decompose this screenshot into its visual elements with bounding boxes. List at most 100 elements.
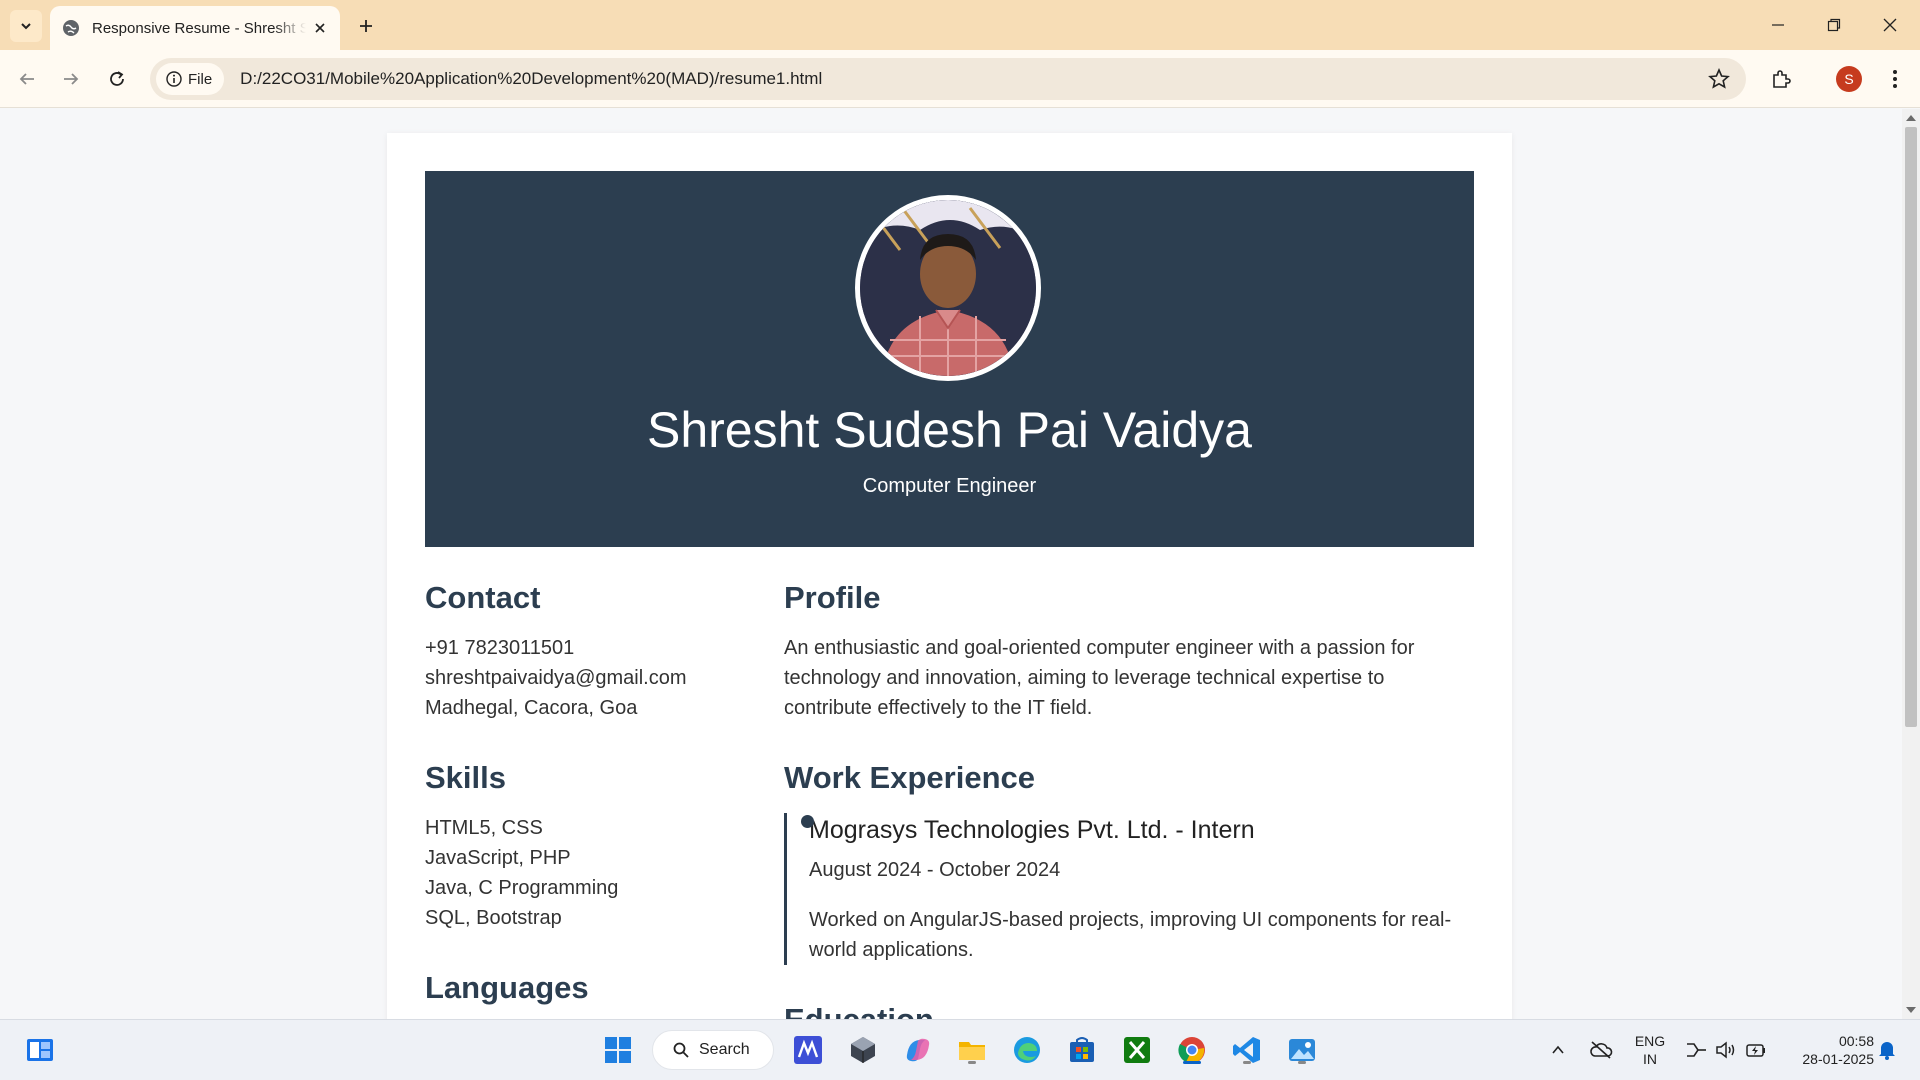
onedrive-button[interactable] [1586, 1032, 1616, 1068]
taskbar-app-vscode[interactable] [1229, 1032, 1265, 1068]
battery-charging-icon [1746, 1044, 1765, 1057]
battery-button[interactable] [1742, 1032, 1770, 1068]
profile-photo-image [860, 200, 1036, 376]
scroll-thumb[interactable] [1905, 127, 1917, 727]
experience-heading: Work Experience [784, 760, 1035, 795]
clock-date: 28-01-2025 [1802, 1051, 1874, 1067]
job-entry: Mograsys Technologies Pvt. Ltd. - Intern… [784, 813, 1474, 965]
extensions-button[interactable] [1766, 64, 1796, 94]
restore-button[interactable] [1814, 10, 1854, 40]
url-text[interactable]: D:/22CO31/Mobile%20Application%20Develop… [240, 69, 822, 89]
job-dates: August 2024 - October 2024 [809, 859, 1061, 881]
store-icon [1070, 1037, 1094, 1062]
minimize-icon [1772, 24, 1784, 26]
taskbar-app[interactable] [900, 1032, 936, 1068]
taskbar-app-file-explorer[interactable] [954, 1032, 990, 1068]
taskbar-search[interactable]: Search [652, 1030, 774, 1070]
tab-search-button[interactable] [10, 10, 42, 42]
xbox-icon [1124, 1037, 1150, 1063]
resume-name: Shresht Sudesh Pai Vaidya [646, 402, 1252, 458]
start-button[interactable] [600, 1032, 636, 1068]
taskbar-app[interactable] [790, 1032, 826, 1068]
forward-button[interactable] [56, 64, 86, 94]
skill-item: Java, C Programming [425, 877, 619, 899]
search-label: Search [699, 1041, 750, 1058]
widgets-button[interactable] [22, 1032, 58, 1068]
globe-icon [63, 20, 79, 36]
plus-icon [360, 20, 372, 32]
address-bar[interactable]: File D:/22CO31/Mobile%20Application%20De… [150, 58, 1746, 100]
app-cube-icon [851, 1037, 875, 1063]
language-code: ENG [1634, 1033, 1666, 1049]
close-icon [1883, 18, 1897, 32]
taskbar-app-photos[interactable] [1284, 1032, 1320, 1068]
restore-icon [1827, 18, 1841, 32]
tab-close-button[interactable] [310, 18, 330, 38]
clock-time: 00:58 [1838, 1033, 1874, 1049]
page-scrollbar[interactable] [1902, 109, 1920, 1019]
bookmark-star-icon[interactable] [1708, 68, 1730, 90]
browser-toolbar: File D:/22CO31/Mobile%20Application%20De… [0, 50, 1920, 108]
puzzle-icon [1773, 70, 1791, 88]
languages-section: Languages [425, 969, 755, 1007]
skill-item: SQL, Bootstrap [425, 907, 562, 929]
back-button[interactable] [12, 64, 42, 94]
windows-logo-icon [605, 1037, 631, 1063]
bell-icon [1879, 1042, 1895, 1060]
input-language[interactable]: ENG IN [1630, 1032, 1670, 1068]
close-icon [315, 23, 325, 33]
profile-section: Profile An enthusiastic and goal-oriente… [784, 579, 1474, 723]
taskbar-app-edge[interactable] [1009, 1032, 1045, 1068]
languages-heading: Languages [425, 970, 589, 1005]
new-tab-button[interactable] [352, 12, 380, 40]
education-section: Education [784, 1001, 1474, 1019]
volume-icon [1716, 1041, 1735, 1059]
resume-header: Shresht Sudesh Pai Vaidya Computer Engin… [425, 171, 1474, 547]
close-window-button[interactable] [1870, 10, 1910, 40]
scroll-up-arrow[interactable] [1906, 115, 1916, 121]
chevron-up-icon [1552, 1045, 1564, 1054]
taskbar-app[interactable] [845, 1032, 881, 1068]
skills-heading: Skills [425, 760, 506, 795]
contact-heading: Contact [425, 580, 541, 615]
network-button[interactable] [1682, 1032, 1710, 1068]
volume-button[interactable] [1712, 1032, 1740, 1068]
contact-email: shreshtpaivaidya@gmail.com [425, 667, 687, 689]
running-indicator-active [1183, 1061, 1201, 1064]
experience-section: Work Experience Mograsys Technologies Pv… [784, 759, 1474, 965]
show-hidden-icons-button[interactable] [1544, 1032, 1572, 1068]
running-indicator [1243, 1061, 1251, 1064]
info-icon [166, 71, 182, 87]
contact-phone: +91 7823011501 [425, 637, 575, 659]
more-vertical-icon [1893, 70, 1897, 88]
cloud-off-icon [1590, 1041, 1613, 1059]
site-info-chip[interactable]: File [156, 63, 225, 95]
tab-bar: Responsive Resume - Shresht Sudesh Pai V… [0, 0, 1920, 50]
chevron-down-icon [21, 23, 31, 30]
app-math-icon [794, 1036, 822, 1064]
site-info-label: File [188, 70, 213, 88]
windows-taskbar: Search ENG IN 00:58 28-01-2025 [0, 1019, 1920, 1080]
minimize-button[interactable] [1758, 10, 1798, 40]
browser-tab-active[interactable]: Responsive Resume - Shresht Sudesh Pai V… [50, 6, 340, 50]
copilot-icon [906, 1038, 930, 1062]
right-column: Profile An enthusiastic and goal-oriente… [784, 579, 1474, 1019]
page-viewport: Shresht Sudesh Pai Vaidya Computer Engin… [0, 109, 1902, 1019]
education-heading: Education [784, 1001, 1474, 1019]
taskbar-app-store[interactable] [1064, 1032, 1100, 1068]
skill-item: HTML5, CSS [425, 817, 543, 839]
tab-title: Responsive Resume - Shresht Sudesh Pai V… [92, 19, 306, 37]
browser-menu-button[interactable] [1880, 64, 1910, 94]
profile-avatar[interactable]: S [1836, 66, 1862, 92]
scroll-down-arrow[interactable] [1906, 1007, 1916, 1013]
resume-card: Shresht Sudesh Pai Vaidya Computer Engin… [387, 133, 1512, 1019]
notifications-button[interactable] [1872, 1032, 1902, 1068]
clock[interactable]: 00:58 28-01-2025 [1782, 1032, 1878, 1068]
running-indicator [1298, 1061, 1306, 1064]
taskbar-app-chrome[interactable] [1174, 1032, 1210, 1068]
job-title: Mograsys Technologies Pvt. Ltd. - Intern [809, 816, 1255, 844]
edge-icon [1014, 1037, 1040, 1063]
taskbar-app-xbox[interactable] [1119, 1032, 1155, 1068]
reload-button[interactable] [102, 64, 132, 94]
resume-role: Computer Engineer [862, 475, 1037, 497]
